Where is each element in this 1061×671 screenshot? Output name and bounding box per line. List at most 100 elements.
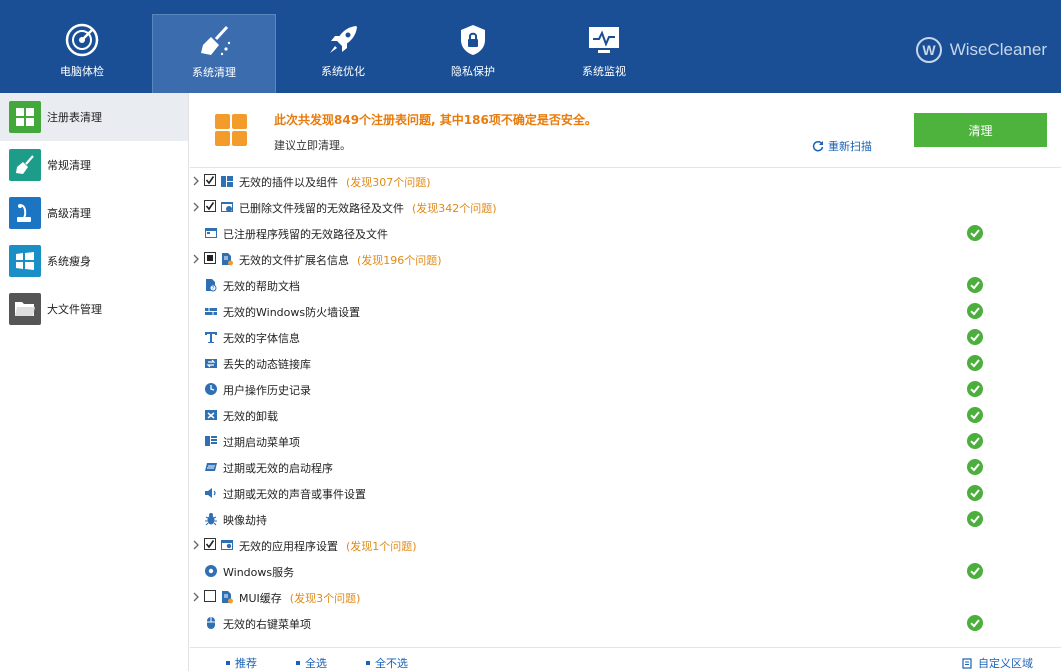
ok-check-icon <box>967 485 983 501</box>
radar-icon <box>65 23 99 57</box>
item-checkbox[interactable] <box>204 200 216 212</box>
wisecleaner-logo-icon: W <box>915 37 942 63</box>
list-item-label: 已删除文件残留的无效路径及文件 (发现342个问题) <box>239 200 497 216</box>
list-item-label: 过期启动菜单项 <box>223 434 300 450</box>
list-item[interactable]: 无效的卸载 <box>190 402 1061 428</box>
tab-system-clean[interactable]: 系统清理 <box>152 14 276 93</box>
list-item[interactable]: Windows服务 <box>190 558 1061 584</box>
list-item[interactable]: 用户操作历史记录 <box>190 376 1061 402</box>
uninstall-icon <box>205 410 217 420</box>
ok-check-icon <box>967 615 983 631</box>
sidebar-item-label: 高级清理 <box>47 207 91 220</box>
ok-check-icon <box>967 381 983 397</box>
clock-icon <box>205 383 217 395</box>
sidebar-item-advanced-clean[interactable]: 高级清理 <box>0 189 188 237</box>
list-item[interactable]: ? 无效的帮助文档 <box>190 272 1061 298</box>
rescan-label: 重新扫描 <box>828 140 872 153</box>
font-icon <box>205 332 217 343</box>
rescan-link[interactable]: 重新扫描 <box>812 138 872 154</box>
list-item[interactable]: 无效的字体信息 <box>190 324 1061 350</box>
svg-text:?: ? <box>212 286 215 292</box>
tab-label: 系统优化 <box>321 65 365 78</box>
ok-check-icon <box>967 329 983 345</box>
list-item[interactable]: 无效的应用程序设置 (发现1个问题) <box>190 532 1061 558</box>
item-name: 无效的帮助文档 <box>223 280 300 293</box>
shield-lock-icon <box>461 25 485 55</box>
chevron-right-icon[interactable] <box>192 176 200 186</box>
item-name: 映像劫持 <box>223 514 267 527</box>
item-name: 无效的右键菜单项 <box>223 618 311 631</box>
clean-button[interactable]: 清理 <box>914 113 1047 147</box>
tab-pc-checkup[interactable]: 电脑体检 <box>20 14 144 93</box>
bullet-icon <box>366 661 370 665</box>
issue-count: (发现307个问题) <box>346 176 431 189</box>
startup-icon <box>205 463 217 471</box>
item-checkbox[interactable] <box>204 538 216 550</box>
custom-area-label: 自定义区域 <box>978 657 1033 670</box>
chevron-right-icon[interactable] <box>192 202 200 212</box>
list-item[interactable]: 丢失的动态链接库 <box>190 350 1061 376</box>
dll-icon <box>205 359 217 368</box>
list-item-label: 无效的Windows防火墙设置 <box>223 304 360 320</box>
brand-logo: W WiseCleaner <box>914 36 1047 64</box>
item-name: 用户操作历史记录 <box>223 384 311 397</box>
tab-label: 系统清理 <box>192 66 236 79</box>
registry-grid-icon <box>9 101 41 133</box>
vacuum-icon <box>9 197 41 229</box>
tab-label: 电脑体检 <box>60 65 104 78</box>
list-item-label: 无效的字体信息 <box>223 330 300 346</box>
list-item[interactable]: 过期启动菜单项 <box>190 428 1061 454</box>
list-item[interactable]: 已注册程序残留的无效路径及文件 <box>190 220 1061 246</box>
sidebar-item-system-slim[interactable]: 系统瘦身 <box>0 237 188 285</box>
chevron-right-icon[interactable] <box>192 592 200 602</box>
sidebar-item-label: 常规清理 <box>47 159 91 172</box>
registry-grid-icon <box>215 114 247 146</box>
tab-privacy[interactable]: 隐私保护 <box>411 14 535 93</box>
list-item-label: 无效的右键菜单项 <box>223 616 311 632</box>
brand-name: WiseCleaner <box>949 40 1047 59</box>
windows-icon <box>9 245 41 277</box>
list-item-label: 映像劫持 <box>223 512 267 528</box>
select-none-label: 全不选 <box>375 657 408 670</box>
sidebar-item-large-files[interactable]: 大文件管理 <box>0 285 188 333</box>
item-name: 无效的卸载 <box>223 410 278 423</box>
ok-check-icon <box>967 277 983 293</box>
sidebar-item-regular-clean[interactable]: 常规清理 <box>0 141 188 189</box>
list-item[interactable]: 无效的右键菜单项 <box>190 610 1061 636</box>
list-item[interactable]: 映像劫持 <box>190 506 1061 532</box>
custom-area-link[interactable]: 自定义区域 <box>962 655 1033 671</box>
recommend-label: 推荐 <box>235 657 257 670</box>
file-warning-icon <box>222 253 233 266</box>
tab-system-optimize[interactable]: 系统优化 <box>281 14 405 93</box>
speaker-icon <box>205 488 216 498</box>
item-checkbox[interactable] <box>204 252 216 264</box>
issue-count: (发现3个问题) <box>289 592 361 605</box>
list-item[interactable]: 过期或无效的启动程序 <box>190 454 1061 480</box>
item-name: MUI缓存 <box>239 592 282 605</box>
item-checkbox[interactable] <box>204 174 216 186</box>
issue-count: (发现196个问题) <box>357 254 442 267</box>
sidebar-item-registry-clean[interactable]: 注册表清理 <box>0 93 188 141</box>
footer-bar: 推荐 全选 全不选 自定义区域 <box>190 647 1061 671</box>
chevron-right-icon[interactable] <box>192 254 200 264</box>
list-item[interactable]: 无效的文件扩展名信息 (发现196个问题) <box>190 246 1061 272</box>
recommend-link[interactable]: 推荐 <box>226 655 257 671</box>
ok-check-icon <box>967 563 983 579</box>
list-item[interactable]: 无效的Windows防火墙设置 <box>190 298 1061 324</box>
help-doc-icon: ? <box>206 279 217 292</box>
item-name: Windows服务 <box>223 566 295 579</box>
chevron-right-icon[interactable] <box>192 540 200 550</box>
program-window-icon <box>205 228 217 238</box>
select-none-link[interactable]: 全不选 <box>366 655 408 671</box>
ok-check-icon <box>967 303 983 319</box>
select-all-link[interactable]: 全选 <box>296 655 327 671</box>
list-item[interactable]: 已删除文件残留的无效路径及文件 (发现342个问题) <box>190 194 1061 220</box>
list-item[interactable]: 过期或无效的声音或事件设置 <box>190 480 1061 506</box>
tab-system-monitor[interactable]: 系统监视 <box>542 14 666 93</box>
list-item[interactable]: 无效的插件以及组件 (发现307个问题) <box>190 168 1061 194</box>
list-item[interactable]: MUI缓存 (发现3个问题) <box>190 584 1061 610</box>
broom-icon <box>201 25 231 56</box>
item-name: 已删除文件残留的无效路径及文件 <box>239 202 404 215</box>
bullet-icon <box>296 661 300 665</box>
item-checkbox[interactable] <box>204 590 216 602</box>
